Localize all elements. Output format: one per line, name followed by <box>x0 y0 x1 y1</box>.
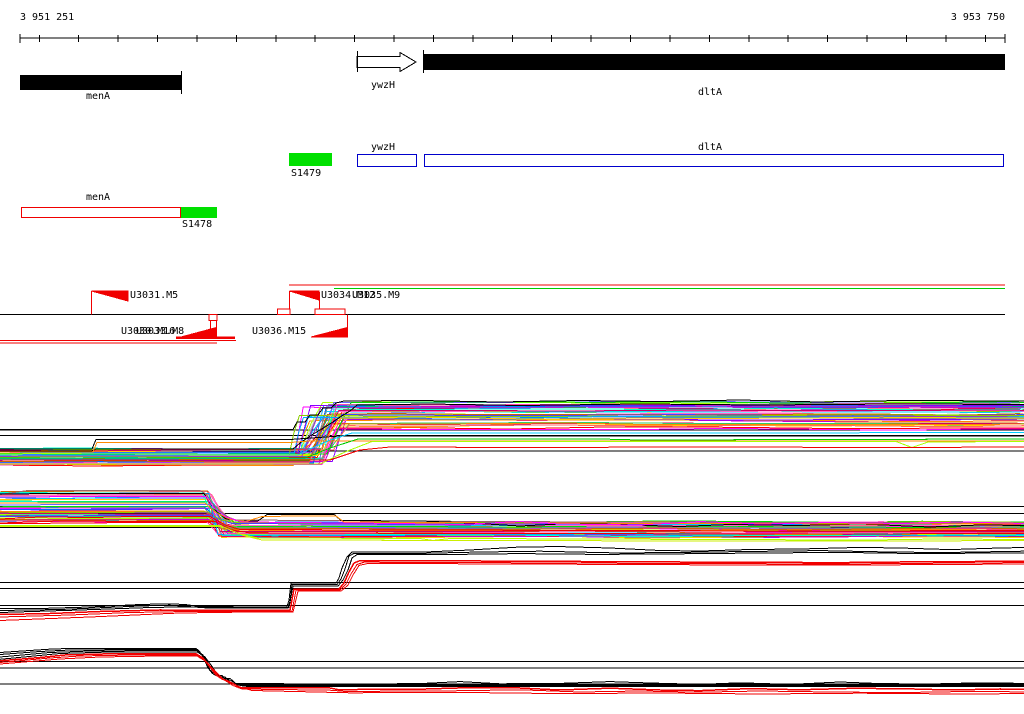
segment-s1479-box[interactable] <box>289 153 332 166</box>
probe-region-rect[interactable] <box>277 308 291 315</box>
gene-dlta-start-bar <box>423 50 424 73</box>
ruler-start-label: 3 951 251 <box>20 12 75 23</box>
panel-1-trace <box>0 422 1024 452</box>
probe-label: U3033.M8 <box>136 326 185 337</box>
gene-ywzh-label: ywzH <box>371 80 396 91</box>
probe-flag-triangle[interactable] <box>310 326 348 338</box>
probe-label: U3035.M9 <box>352 290 401 301</box>
ruler-end-label: 3 953 750 <box>950 12 1005 23</box>
probe-label: U3031.M5 <box>130 290 179 301</box>
mena-outline-box[interactable] <box>21 207 181 218</box>
genome-browser-view: 3 951 251 3 953 750 menA ywzH dltA ywzH … <box>0 0 1024 714</box>
gene-ywzh-start-bar <box>357 51 358 72</box>
segment-s1478-label: S1478 <box>182 219 213 230</box>
probe-flag-triangle[interactable] <box>185 328 211 337</box>
segment-ywzh-label: ywzH <box>371 142 396 153</box>
segment-s1478-box[interactable] <box>181 207 217 218</box>
probe-flag-triangle[interactable] <box>91 290 129 302</box>
gene-ywzh-arrow[interactable] <box>356 51 417 73</box>
segment-dlta-box[interactable] <box>424 154 1004 167</box>
panel-3-ref-trace <box>0 561 1024 618</box>
panel-3-ref-trace <box>0 550 1024 611</box>
segment-s1479-label: S1479 <box>291 168 322 179</box>
gene-mena-box[interactable] <box>20 75 181 90</box>
gene-dlta-label: dltA <box>698 87 723 98</box>
panel-4-ref-trace <box>0 651 1024 688</box>
mena-track-label: menA <box>86 192 111 203</box>
gene-mena-label: menA <box>86 91 111 102</box>
probe-region-rect[interactable] <box>314 308 346 315</box>
probe-flag-triangle[interactable] <box>289 290 320 301</box>
panel-3-ref-trace <box>0 559 1024 616</box>
panel-3-ref-trace <box>0 546 1024 609</box>
segment-ywzh-box[interactable] <box>357 154 417 167</box>
gene-mena-end-bar <box>181 71 182 94</box>
probe-label: U3036.M15 <box>252 326 307 337</box>
graphics-layer <box>0 34 1024 695</box>
amplicon-bar <box>176 336 235 339</box>
segment-dlta-label: dltA <box>698 142 723 153</box>
gene-dlta-box[interactable] <box>423 54 1005 70</box>
probe-region-rect[interactable] <box>208 314 218 321</box>
